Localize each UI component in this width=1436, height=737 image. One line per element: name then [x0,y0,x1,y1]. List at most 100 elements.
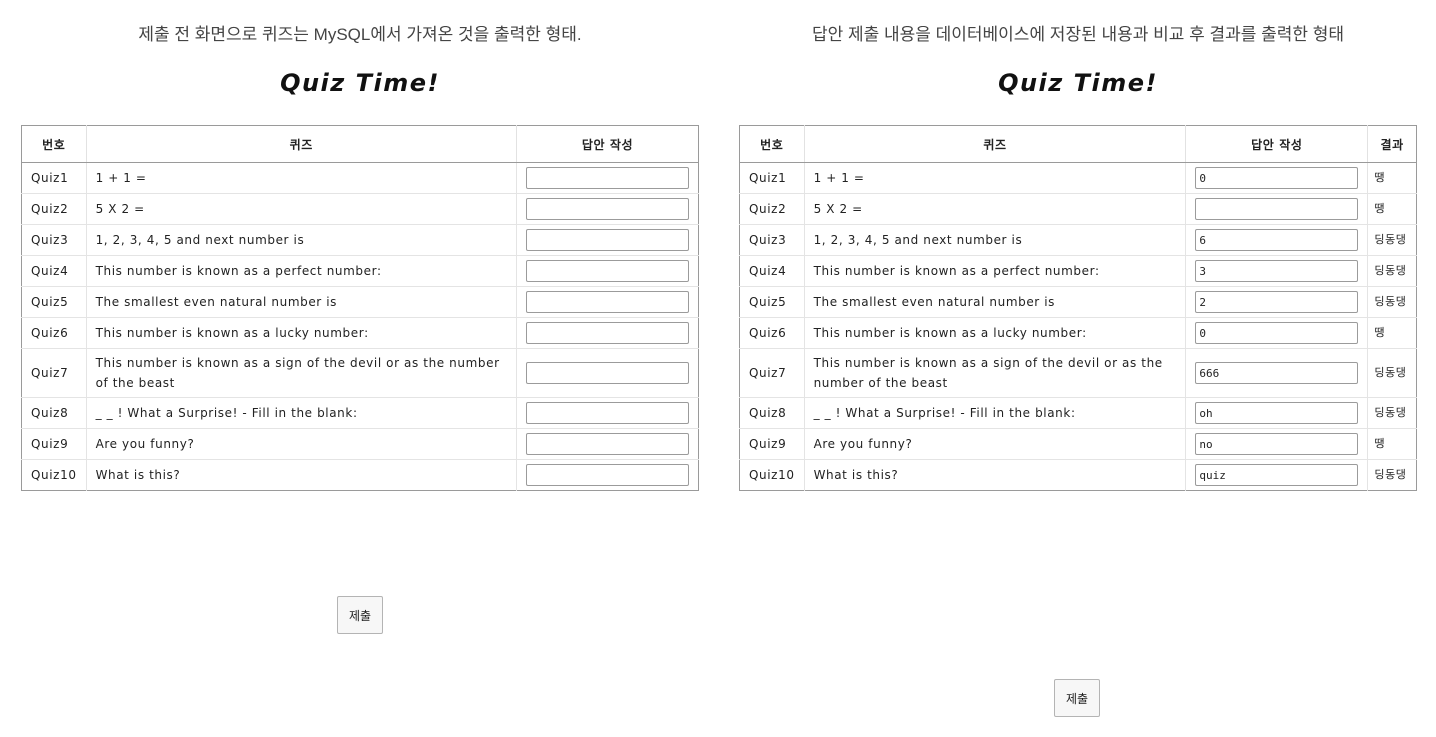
column-header-number: 번호 [21,125,87,163]
quiz-question: _ _ ! What a Surprise! - Fill in the bla… [804,397,1187,429]
table-header-row: 번호 퀴즈 답안 작성 결과 [739,125,1417,163]
table-row: Quiz2 5 X 2 = [21,193,699,225]
table-row: Quiz10What is this? 딩동댕 [739,459,1417,491]
answer-cell [516,428,699,460]
page-title: Quiz Time! [280,69,440,97]
quiz-question: 1 + 1 = [86,162,518,194]
answer-input[interactable] [526,260,689,282]
answer-cell [516,397,699,429]
quiz-question: Are you funny? [86,428,518,460]
quiz-number: Quiz3 [21,224,87,256]
result-status: 딩동댕 [1367,255,1417,287]
answer-cell [516,162,699,194]
answer-input[interactable] [526,198,689,220]
answer-input[interactable] [1195,362,1359,384]
table-row: Quiz11 + 1 = 땡 [739,162,1417,194]
column-header-number: 번호 [739,125,805,163]
answer-input[interactable] [526,167,689,189]
panel-caption: 답안 제출 내용을 데이터베이스에 저장된 내용과 비교 후 결과를 출력한 형… [811,25,1345,44]
result-status: 땡 [1367,162,1417,194]
quiz-number: Quiz2 [739,193,805,225]
quiz-question: 1, 2, 3, 4, 5 and next number is [86,224,518,256]
quiz-question: 1, 2, 3, 4, 5 and next number is [804,224,1187,256]
answer-cell [1185,317,1369,349]
column-header-answer: 답안 작성 [1185,125,1369,163]
answer-input[interactable] [1195,464,1359,486]
result-status: 땡 [1367,317,1417,349]
submit-button[interactable]: 제출 [337,596,383,634]
result-status: 딩동댕 [1367,348,1417,398]
quiz-number: Quiz10 [21,459,87,491]
submit-button[interactable]: 제출 [1054,679,1100,717]
quiz-number: Quiz9 [739,428,805,460]
table-row: Quiz7 This number is known as a sign of t… [739,348,1417,398]
answer-input[interactable] [526,433,689,455]
table-row: Quiz10 What is this? [21,459,699,491]
answer-input[interactable] [1195,402,1359,424]
quiz-question: This number is known as a lucky number: [804,317,1187,349]
quiz-question: 5 X 2 = [804,193,1187,225]
column-header-result: 결과 [1367,125,1417,163]
table-row: Quiz8 _ _ ! What a Surprise! - Fill in th… [739,397,1417,429]
answer-cell [1185,193,1369,225]
quiz-number: Quiz4 [21,255,87,287]
quiz-number: Quiz1 [21,162,87,194]
result-status: 땡 [1367,193,1417,225]
table-row: Quiz3 1, 2, 3, 4, 5 and next number is [21,224,699,256]
quiz-number: Quiz2 [21,193,87,225]
quiz-question: This number is known as a perfect number… [86,255,518,287]
quiz-number: Quiz5 [21,286,87,318]
answer-cell [1185,397,1369,429]
panel-caption: 제출 전 화면으로 퀴즈는 MySQL에서 가져온 것을 출력한 형태. [138,25,582,44]
column-header-quiz: 퀴즈 [804,125,1187,163]
table-row: Quiz6 This number is known as a lucky num… [21,317,699,349]
table-row: Quiz31, 2, 3, 4, 5 and next number is 딩동댕 [739,224,1417,256]
answer-cell [516,255,699,287]
result-status: 땡 [1367,428,1417,460]
quiz-question: _ _ ! What a Surprise! - Fill in the bla… [86,397,518,429]
quiz-question: This number is known as a lucky number: [86,317,518,349]
table-row: Quiz7 This number is known as a sign of t… [21,348,699,398]
answer-input[interactable] [526,322,689,344]
before-submit-panel: 제출 전 화면으로 퀴즈는 MySQL에서 가져온 것을 출력한 형태. Qui… [21,0,699,634]
quiz-question: This number is known as a sign of the de… [804,348,1187,398]
after-submit-panel: 답안 제출 내용을 데이터베이스에 저장된 내용과 비교 후 결과를 출력한 형… [739,0,1417,717]
answer-input[interactable] [526,291,689,313]
answer-input[interactable] [526,402,689,424]
answer-input[interactable] [1195,167,1359,189]
table-header-row: 번호 퀴즈 답안 작성 [21,125,699,163]
answer-input[interactable] [526,229,689,251]
answer-cell [517,460,699,491]
answer-input[interactable] [526,464,689,486]
quiz-number: Quiz9 [21,428,87,460]
table-row: Quiz5 The smallest even natural number is [21,286,699,318]
table-row: Quiz4 This number is known as a perfect n… [739,255,1417,287]
quiz-number: Quiz8 [739,397,805,429]
answer-cell [516,317,699,349]
quiz-question: 5 X 2 = [86,193,518,225]
answer-input[interactable] [1195,291,1359,313]
result-status: 딩동댕 [1374,468,1407,481]
page-title: Quiz Time! [998,69,1158,97]
quiz-number: Quiz3 [739,224,805,256]
answer-cell [516,224,699,256]
result-status: 딩동댕 [1367,224,1417,256]
column-header-answer: 답안 작성 [516,125,699,163]
quiz-number: Quiz6 [21,317,87,349]
table-row: Quiz4 This number is known as a perfect n… [21,255,699,287]
quiz-number: Quiz6 [739,317,805,349]
answer-input[interactable] [1195,229,1359,251]
quiz-question: The smallest even natural number is [86,286,518,318]
answer-cell [1185,162,1369,194]
answer-input[interactable] [1195,198,1359,220]
answer-input[interactable] [1195,322,1359,344]
quiz-number: Quiz4 [739,255,805,287]
quiz-number: Quiz7 [21,348,87,398]
answer-input[interactable] [1195,433,1359,455]
result-status: 딩동댕 [1367,397,1417,429]
quiz-number: Quiz8 [21,397,87,429]
answer-input[interactable] [1195,260,1359,282]
answer-input[interactable] [526,362,689,384]
quiz-question: Are you funny? [804,428,1187,460]
answer-cell [516,348,699,398]
